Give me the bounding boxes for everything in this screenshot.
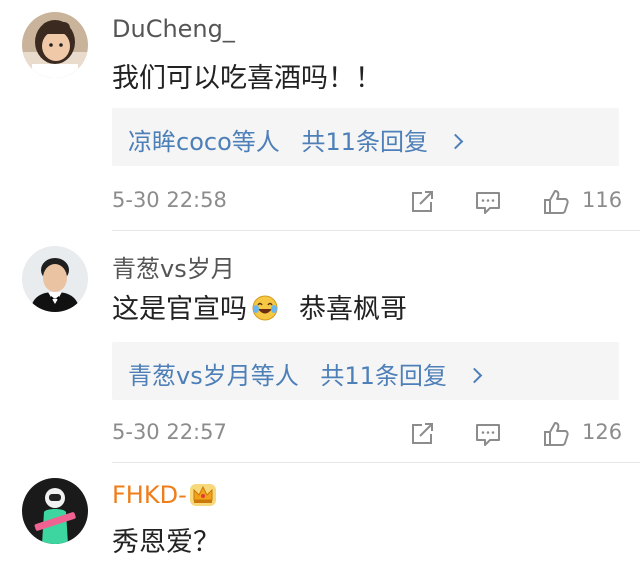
chevron-right-icon: [466, 367, 482, 384]
replies-by: 凉眸coco等人: [128, 128, 280, 156]
comment-time: 5-30 22:57: [112, 420, 227, 444]
replies-box[interactable]: 青葱vs岁月等人 共11条回复: [112, 342, 619, 400]
avatar[interactable]: [22, 12, 88, 78]
comment-text: 秀恩爱？: [112, 527, 220, 558]
comment-text-part: 恭喜枫哥: [299, 294, 407, 325]
divider: [112, 462, 640, 463]
comment-username[interactable]: DuCheng_: [112, 15, 235, 43]
replies-count: 共11条回复: [301, 128, 428, 156]
avatar[interactable]: [22, 478, 88, 544]
comment-text: 这是官宣吗 恭喜枫哥: [112, 287, 407, 326]
comment-time: 5-30 22:58: [112, 188, 227, 212]
comment-username[interactable]: FHKD-: [112, 481, 217, 509]
comment-username[interactable]: 青葱vs岁月: [112, 249, 235, 284]
replies-box[interactable]: 凉眸coco等人 共11条回复: [112, 108, 619, 166]
comment-text: 我们可以吃喜酒吗！！: [112, 63, 382, 94]
comment-footer: 5-30 22:57 126: [0, 414, 640, 454]
chevron-right-icon: [447, 133, 463, 150]
divider: [112, 230, 640, 231]
username-text: FHKD-: [112, 481, 187, 509]
like-count: 116: [582, 188, 623, 212]
avatar[interactable]: [22, 246, 88, 312]
forward-icon[interactable]: [408, 420, 436, 448]
crown-badge-icon: [189, 484, 216, 506]
forward-icon[interactable]: [408, 188, 436, 216]
replies-by: 青葱vs岁月等人: [128, 362, 299, 390]
replies-link[interactable]: 凉眸coco等人 共11条回复: [128, 122, 463, 157]
like-icon[interactable]: [542, 188, 570, 216]
like-icon[interactable]: [542, 420, 570, 448]
comment-icon[interactable]: [474, 188, 502, 216]
laughing-tears-emoji: [252, 295, 278, 321]
replies-link[interactable]: 青葱vs岁月等人 共11条回复: [128, 356, 482, 391]
comment-text-part: 这是官宣吗: [112, 294, 247, 325]
comment-icon[interactable]: [474, 420, 502, 448]
replies-count: 共11条回复: [320, 362, 447, 390]
comment-footer: 5-30 22:58 116: [0, 182, 640, 222]
like-count: 126: [582, 420, 623, 444]
